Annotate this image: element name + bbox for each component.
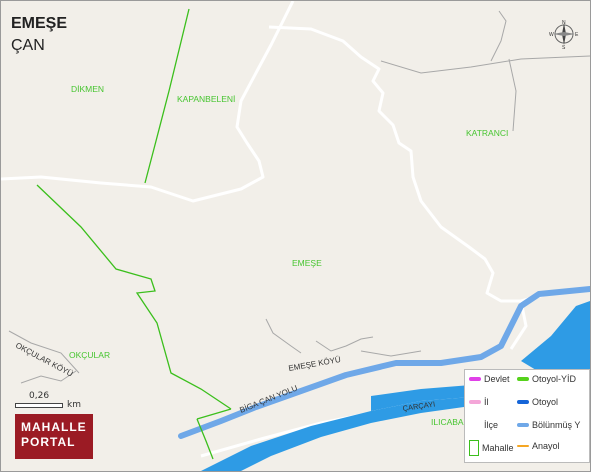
- road-label-okcular-koyu: OKÇULAR KÖYÜ: [14, 341, 75, 379]
- minor-roads: [8, 10, 590, 384]
- compass-s: S: [562, 45, 566, 49]
- place-label-kapanbeleni: KAPANBELENİ: [177, 94, 235, 104]
- legend-label-mahalle: Mahalle: [482, 443, 514, 453]
- legend-item-otoyol-yid: Otoyol-YİD: [517, 373, 576, 385]
- logo-line-2: PORTAL: [21, 435, 76, 449]
- compass-w: W: [549, 32, 554, 38]
- map-legend: Devlet Otoyol-YİD İl Otoyol İlçe Bölünmü…: [464, 369, 590, 463]
- legend-item-il: İl: [469, 396, 489, 408]
- place-label-ilicaba: ILICABA: [431, 417, 464, 427]
- legend-label-ilce: İlçe: [484, 420, 499, 430]
- place-label-okcular: OKÇULAR: [69, 350, 110, 360]
- legend-swatch-otoyol: [517, 400, 529, 404]
- legend-item-bolunmus-yol: Bölünmüş Y: [517, 419, 580, 431]
- road-label-biga-can-yolu: BİGA ÇAN YOLU: [238, 383, 299, 415]
- legend-item-ilce: İlçe: [484, 419, 498, 431]
- legend-label-otoyol: Otoyol: [532, 397, 559, 407]
- page-subtitle: ÇAN: [11, 37, 45, 54]
- legend-label-otoyol-yid: Otoyol-YİD: [532, 374, 577, 384]
- place-labels: DİKMEN KAPANBELENİ KATRANCI EMEŞE OKÇULA…: [69, 84, 508, 427]
- scale-value: 0,26: [29, 391, 50, 401]
- legend-swatch-il: [469, 400, 481, 404]
- legend-item-mahalle: Mahalle: [469, 440, 514, 456]
- compass-e: E: [575, 32, 579, 38]
- scale-unit: km: [67, 400, 81, 410]
- compass-rose-icon: N S E W: [549, 20, 579, 49]
- legend-label-devlet: Devlet: [484, 374, 510, 384]
- compass-n: N: [562, 20, 566, 26]
- legend-item-devlet: Devlet: [469, 373, 510, 385]
- map-frame: DİKMEN KAPANBELENİ KATRANCI EMEŞE OKÇULA…: [0, 0, 591, 472]
- page-title: EMEŞE: [11, 15, 68, 32]
- legend-item-anayol: Anayol: [517, 440, 560, 452]
- legend-item-otoyol: Otoyol: [517, 396, 558, 408]
- place-label-emese: EMEŞE: [292, 258, 322, 268]
- legend-swatch-otoyol-yid: [517, 377, 529, 381]
- legend-label-bolunmus-yol: Bölünmüş Y: [532, 420, 581, 430]
- legend-swatch-devlet: [469, 377, 481, 381]
- legend-swatch-mahalle: [469, 440, 479, 456]
- place-label-dikmen: DİKMEN: [71, 84, 104, 94]
- place-label-katranci: KATRANCI: [466, 128, 508, 138]
- mahalle-portal-logo[interactable]: MAHALLE PORTAL: [15, 414, 93, 459]
- scale-bar-graphic: [15, 403, 63, 408]
- legend-label-il: İl: [484, 397, 489, 407]
- scale-bar: 0,26 km: [15, 391, 87, 415]
- legend-swatch-bolunmus-yol: [517, 423, 529, 427]
- logo-line-1: MAHALLE: [21, 420, 87, 434]
- road-label-emese-koyu: EMEŞE KÖYÜ: [288, 355, 342, 373]
- legend-label-anayol: Anayol: [532, 441, 560, 451]
- legend-swatch-anayol: [517, 445, 529, 447]
